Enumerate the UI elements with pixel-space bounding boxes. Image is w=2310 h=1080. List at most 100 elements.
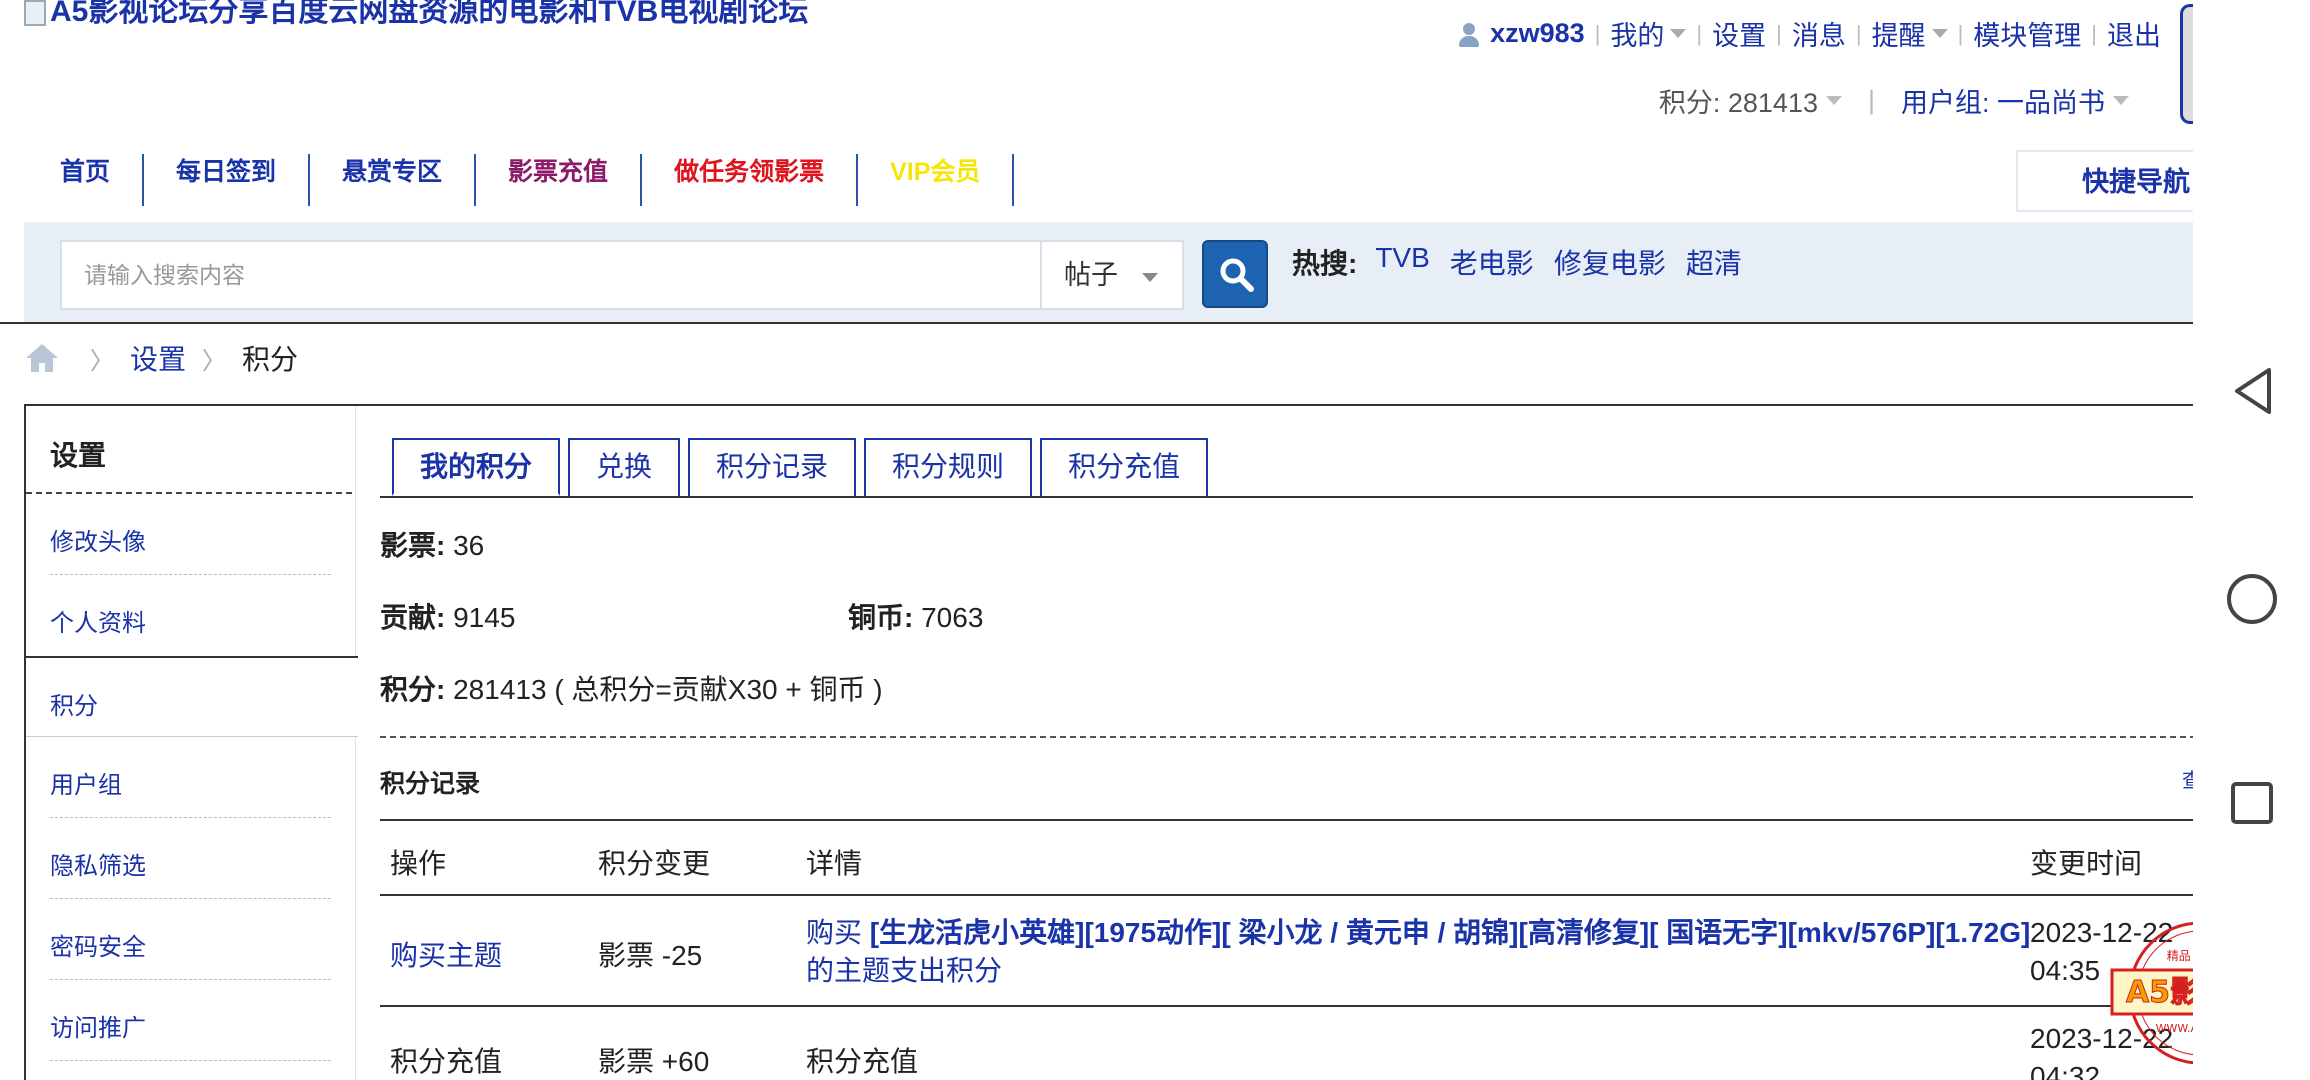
copper-value: 7063 [921,602,984,633]
contribution-label: 贡献: [380,602,446,633]
sidebar-item-label: 个人资料 [50,610,146,637]
module-manage-link[interactable]: 模块管理 [1973,14,2081,53]
chevron-down-icon[interactable] [1670,29,1687,38]
tab-credit-recharge[interactable]: 积分充值 [1040,438,1209,496]
ticket-label: 影票: [380,530,446,561]
view-more-link[interactable]: 查 [2182,764,2193,793]
copper-label: 铜币: [848,602,914,633]
home-icon[interactable] [24,342,60,374]
broken-image-icon [24,0,46,27]
tab-credit-log[interactable]: 积分记录 [688,438,857,496]
recent-apps-icon[interactable] [2229,780,2275,826]
usergroup-menu[interactable]: 用户组: 一品尚书 [1901,81,2105,120]
tab-my-credits[interactable]: 我的积分 [392,438,561,496]
hot-search: 热搜: TVB 老电影 修复电影 超清 [1292,242,1742,282]
search-button[interactable] [1202,240,1268,308]
sidebar-item-avatar[interactable]: 修改头像 [26,494,355,575]
record-action-link[interactable]: 购买主题 [390,934,502,974]
record-action: 积分充值 [390,1046,503,1077]
score-menu[interactable]: 积分: 281413 [1659,81,1818,120]
column-header-change: 积分变更 [598,848,711,879]
search-type-value: 帖子 [1064,260,1118,290]
divider: | [1855,20,1862,46]
logout-link[interactable]: 退出 [2107,14,2161,53]
chevron-down-icon [1142,273,1158,282]
score-label: 积分: [380,674,446,705]
divider: | [1696,20,1703,46]
username-link[interactable]: xzw983 [1490,18,1585,49]
divider [380,819,2193,821]
nav-ticket-recharge[interactable]: 影票充值 [476,154,643,206]
divider [0,322,2193,324]
hot-search-label: 热搜: [1292,248,1358,279]
tab-credit-rules[interactable]: 积分规则 [864,438,1033,496]
sidebar-item-privacy[interactable]: 隐私筛选 [26,818,355,899]
quick-nav-button[interactable]: 快捷导航 [2016,150,2193,212]
record-change: 影票 -25 [598,940,703,971]
settings-link[interactable]: 设置 [1712,14,1766,53]
sidebar-item-profile[interactable]: 个人资料 [26,575,355,656]
nav-home[interactable]: 首页 [28,154,145,206]
settings-sidebar: 设置 修改头像 个人资料 积分 用户组 隐私筛选 密码安全 访问推广 [26,406,358,1080]
credit-log-title: 积分记录 [380,770,481,798]
breadcrumb-current: 积分 [242,344,299,375]
breadcrumb-settings[interactable]: 设置 [130,338,186,378]
user-icon [1456,21,1482,47]
sidebar-title: 设置 [26,406,352,494]
divider: | [1957,20,1964,46]
nav-bounty[interactable]: 悬赏专区 [310,154,477,206]
nav-vip[interactable]: VIP会员 [858,154,1015,206]
main-content: 设置 修改头像 个人资料 积分 用户组 隐私筛选 密码安全 访问推广 我的积分 … [24,404,2193,1080]
tab-exchange[interactable]: 兑换 [568,438,681,496]
thread-link[interactable]: [生龙活虎小英雄][1975动作][ 梁小龙 / 黄元申 / 胡锦][高清修复]… [870,917,2031,948]
chevron-down-icon[interactable] [1825,96,1842,105]
record-change: 影票 +60 [598,1046,710,1077]
hot-keyword[interactable]: 超清 [1686,242,1742,282]
reminders-menu[interactable]: 提醒 [1872,14,1926,53]
search-input[interactable]: 请输入搜索内容 [60,240,1040,310]
score-value: 281413 ( 总积分=贡献X30 + 铜币 ) [453,674,883,705]
divider [50,1060,331,1061]
divider [380,736,2193,738]
record-detail: 积分充值 [806,1046,919,1077]
divider: | [1594,20,1601,46]
messages-link[interactable]: 消息 [1792,14,1846,53]
home-button-icon[interactable] [2225,572,2279,626]
sidebar-item-label: 用户组 [50,772,122,799]
sidebar-item-password[interactable]: 密码安全 [26,899,355,980]
logo-alt-text: A5影视论坛分享百度云网盘资源的电影和TVB电视剧论坛 [50,0,809,28]
back-icon[interactable] [2231,366,2275,416]
score-bar: 积分: 281413 | 用户组: 一品尚书 [1659,81,2129,120]
breadcrumb-separator: 〉 [90,347,114,375]
breadcrumb: 〉 设置 〉 积分 [24,338,298,378]
ticket-value: 36 [453,530,485,561]
breadcrumb-separator: 〉 [202,347,227,375]
nav-tasks[interactable]: 做任务领影票 [642,154,859,206]
divider: | [1867,85,1875,115]
hot-keyword[interactable]: TVB [1375,242,1429,282]
my-menu[interactable]: 我的 [1610,14,1664,53]
divider [380,1005,2193,1007]
forum-page: A5影视论坛分享百度云网盘资源的电影和TVB电视剧论坛 xzw983 | 我的 … [0,0,2193,1080]
contribution-balance: 贡献: 9145 [380,596,515,636]
avatar-box[interactable] [2180,4,2193,124]
chevron-down-icon[interactable] [2113,96,2129,105]
contribution-value: 9145 [453,602,516,633]
divider: | [1776,20,1782,46]
sidebar-item-label: 修改头像 [50,529,146,556]
main-nav: 首页 每日签到 悬赏专区 影票充值 做任务领影票 VIP会员 [28,152,1015,208]
sidebar-item-credits[interactable]: 积分 [26,656,358,737]
nav-daily-checkin[interactable]: 每日签到 [144,154,311,206]
search-type-select[interactable]: 帖子 [1040,240,1184,310]
sidebar-item-promotion[interactable]: 访问推广 [26,980,355,1061]
hot-keyword[interactable]: 修复电影 [1554,242,1666,282]
sidebar-item-usergroup[interactable]: 用户组 [26,737,355,818]
chevron-down-icon[interactable] [1931,29,1948,38]
hot-keyword[interactable]: 老电影 [1450,242,1534,282]
android-navigation-bar [2193,0,2310,1080]
ticket-balance: 影票: 36 [380,524,484,564]
site-logo[interactable]: A5影视论坛分享百度云网盘资源的电影和TVB电视剧论坛 [24,0,808,30]
column-header-time: 变更时间 [2030,848,2143,879]
credit-tabs: 我的积分 兑换 积分记录 积分规则 积分充值 [392,438,1209,496]
total-credits: 积分: 281413 ( 总积分=贡献X30 + 铜币 ) [380,668,883,708]
